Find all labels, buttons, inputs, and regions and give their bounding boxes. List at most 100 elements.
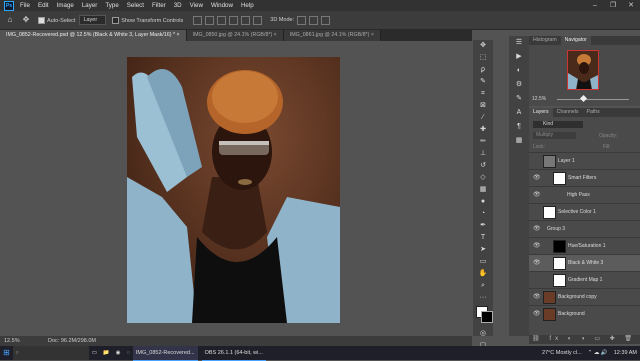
layer-row[interactable]: 👁 Background copy (529, 288, 640, 305)
menu-edit[interactable]: Edit (38, 2, 49, 9)
clock[interactable]: 12:39 AM (611, 346, 640, 360)
tab-histogram[interactable]: Histogram (529, 36, 561, 45)
minimize-button[interactable]: – (586, 0, 604, 11)
history-panel-icon[interactable]: ☰ (509, 36, 529, 50)
edge-icon[interactable]: ◌ (124, 346, 133, 360)
layers-footer-buttons[interactable]: ⛓ fx ◐ ◑ ▭ ✚ 🗑 (529, 335, 640, 344)
layer-row[interactable]: 👁 Background (529, 305, 640, 322)
tab-img-0850[interactable]: IMG_0850.jpg @ 24.1% (RGB/8*) × (186, 30, 284, 41)
paragraph-panel-icon[interactable]: ¶ (509, 120, 529, 134)
menu-type[interactable]: Type (105, 2, 118, 9)
frame-tool-icon[interactable]: ⊠ (473, 100, 493, 112)
3d-roll-icon[interactable] (309, 15, 319, 25)
auto-select-check[interactable] (38, 16, 45, 24)
shape-tool-icon[interactable]: ▭ (473, 256, 493, 268)
3d-pan-icon[interactable] (321, 15, 331, 25)
align-middle-icon[interactable] (241, 15, 251, 25)
color-swatches[interactable] (473, 304, 493, 328)
layer-row[interactable]: Selective Color 1 (529, 203, 640, 220)
blend-mode-select[interactable]: Multiply (533, 132, 576, 139)
layer-thumbnail[interactable] (553, 274, 566, 287)
layer-filter-kind[interactable]: Kind (533, 121, 583, 128)
brushes-panel-icon[interactable]: ✎ (509, 92, 529, 106)
tab-paths[interactable]: Paths (583, 108, 604, 117)
healing-brush-icon[interactable]: ✚ (473, 124, 493, 136)
layer-row[interactable]: 👁 Black & White 3 (529, 254, 640, 271)
menu-help[interactable]: Help (241, 2, 254, 9)
layer-row[interactable]: 👁 Smart Filters (529, 169, 640, 186)
tray-icons[interactable]: ⌃ ☁ 🔊 (585, 346, 611, 360)
maximize-button[interactable]: ❐ (604, 0, 622, 11)
zoom-tool-icon[interactable]: ⌕ (473, 280, 493, 292)
auto-select-dropdown[interactable]: Layer (79, 15, 107, 25)
close-button[interactable]: ✕ (622, 0, 640, 11)
actions-panel-icon[interactable]: ▶ (509, 50, 529, 64)
menu-file[interactable]: File (20, 2, 30, 9)
navigator-zoom[interactable]: 12.5% (532, 96, 546, 102)
chrome-icon[interactable]: ◉ (113, 346, 124, 360)
crop-tool-icon[interactable]: ⌗ (473, 88, 493, 100)
eraser-tool-icon[interactable]: ◇ (473, 172, 493, 184)
adjustments-panel-icon[interactable]: ◐ (509, 64, 529, 78)
gradient-tool-icon[interactable]: ▦ (473, 184, 493, 196)
history-brush-icon[interactable]: ↺ (473, 160, 493, 172)
tab-navigator[interactable]: Navigator (560, 36, 591, 45)
tab-channels[interactable]: Channels (553, 108, 583, 117)
menu-filter[interactable]: Filter (152, 2, 166, 9)
layer-row[interactable]: Gradient Map 1 (529, 271, 640, 288)
layer-thumbnail[interactable] (543, 308, 556, 321)
navigator-thumbnail[interactable] (567, 50, 599, 90)
hand-tool-icon[interactable]: ✋ (473, 268, 493, 280)
marquee-tool-icon[interactable]: ⬚ (473, 52, 493, 64)
character-panel-icon[interactable]: A (509, 106, 529, 120)
home-icon[interactable]: ⌂ (4, 14, 16, 26)
background-color[interactable] (481, 311, 493, 323)
quick-mask-icon[interactable]: ◎ (473, 328, 493, 340)
transform-controls-checkbox[interactable]: Show Transform Controls (112, 16, 183, 24)
align-left-icon[interactable] (193, 15, 203, 25)
align-top-icon[interactable] (229, 15, 239, 25)
layer-row[interactable]: Layer 1 (529, 152, 640, 169)
layer-row[interactable]: 👁 Hue/Saturation 1 (529, 237, 640, 254)
visibility-eye-icon[interactable]: 👁 (533, 259, 541, 266)
layer-thumbnail[interactable] (543, 206, 556, 219)
menu-window[interactable]: Window (211, 2, 233, 9)
layer-row[interactable]: 👁 High Pass (529, 186, 640, 203)
layer-thumbnail[interactable] (553, 240, 566, 253)
tab-img-0861[interactable]: IMG_0861.jpg @ 24.1% (RGB/8*) × (283, 30, 381, 41)
visibility-eye-icon[interactable]: 👁 (533, 242, 541, 249)
lasso-tool-icon[interactable]: ϼ (473, 64, 493, 76)
tab-layers[interactable]: Layers (529, 108, 553, 117)
taskbar-app-obs[interactable]: OBS 26.1.1 (64-bit, wi... (201, 346, 266, 361)
move-tool-icon[interactable]: ✥ (20, 14, 32, 26)
layer-row[interactable]: 👁 Group 3 (529, 220, 640, 237)
visibility-eye-icon[interactable]: 👁 (533, 225, 541, 232)
visibility-eye-icon[interactable]: 👁 (533, 293, 541, 300)
layer-thumbnail[interactable] (553, 172, 566, 185)
weather-widget[interactable]: 27°C Mostly cl... (539, 346, 585, 360)
windows-start-icon[interactable]: ⊞ (0, 346, 13, 360)
properties-panel-icon[interactable]: ⚙ (509, 78, 529, 92)
document-canvas[interactable] (127, 57, 340, 323)
swatches-panel-icon[interactable]: ▦ (509, 134, 529, 148)
move-tool-icon[interactable]: ✥ (473, 40, 493, 52)
type-tool-icon[interactable]: T (473, 232, 493, 244)
more-tools-icon[interactable]: ··· (473, 292, 493, 304)
taskbar-search[interactable]: ⌕ (12, 346, 89, 360)
blur-tool-icon[interactable]: ● (473, 196, 493, 208)
align-bottom-icon[interactable] (253, 15, 263, 25)
explorer-icon[interactable]: 📁 (100, 346, 113, 360)
zoom-slider-handle[interactable] (579, 94, 588, 103)
layer-thumbnail[interactable] (553, 257, 566, 270)
auto-select-checkbox[interactable]: Auto-Select (38, 16, 75, 24)
dodge-tool-icon[interactable]: ◔ (473, 208, 493, 220)
layer-thumbnail[interactable] (543, 291, 556, 304)
visibility-eye-icon[interactable]: 👁 (533, 191, 541, 198)
quick-select-tool-icon[interactable]: ✎ (473, 76, 493, 88)
zoom-readout[interactable]: 12.5% (4, 338, 40, 344)
task-view-icon[interactable]: ▭ (89, 346, 100, 360)
menu-view[interactable]: View (190, 2, 203, 9)
visibility-eye-icon[interactable]: 👁 (533, 310, 541, 317)
align-right-icon[interactable] (217, 15, 227, 25)
menu-layer[interactable]: Layer (82, 2, 97, 9)
